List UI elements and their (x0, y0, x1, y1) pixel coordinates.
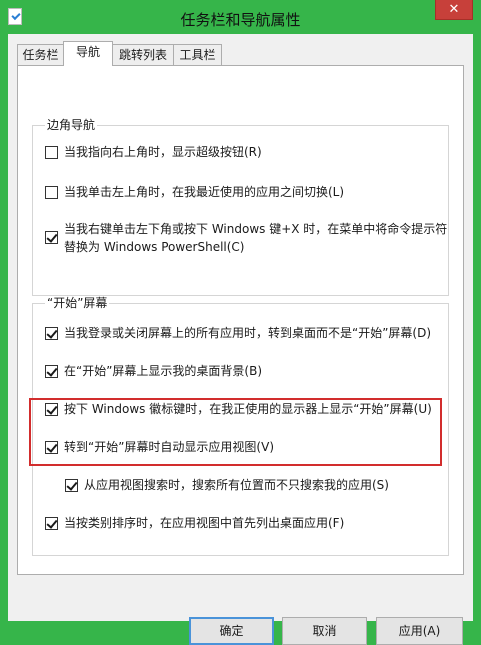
navigation-panel: 边角导航 当我指向右上角时，显示超级按钮(R) 当我单击左上角时，在我最近使用的… (17, 65, 464, 575)
tab-taskbar[interactable]: 任务栏 (17, 44, 64, 65)
tab-navigation[interactable]: 导航 (63, 41, 113, 66)
checkbox-powershell[interactable] (45, 231, 58, 244)
option-label: 当我单击左上角时，在我最近使用的应用之间切换(L) (64, 185, 345, 199)
corner-navigation-title: 边角导航 (45, 118, 98, 133)
start-screen-title: “开始”屏幕 (45, 296, 110, 311)
tab-toolbars[interactable]: 工具栏 (173, 44, 222, 65)
close-button[interactable]: ✕ (435, 0, 473, 20)
checkbox-charms[interactable] (45, 146, 58, 159)
option-label: 从应用视图搜索时，搜索所有位置而不只搜索我的应用(S) (84, 478, 389, 492)
tab-jump-lists[interactable]: 跳转列表 (112, 44, 174, 65)
dialog-client: 任务栏 导航 跳转列表 工具栏 边角导航 当我指向右上角时，显示超级按钮(R) … (8, 34, 473, 645)
option-label-line1: 当我右键单击左下角或按下 Windows 键+X 时，在菜单中将命令提示符 (64, 222, 448, 236)
corner-navigation-group: 边角导航 当我指向右上角时，显示超级按钮(R) 当我单击左上角时，在我最近使用的… (32, 118, 449, 296)
option-label: 当我登录或关闭屏幕上的所有应用时，转到桌面而不是“开始”屏幕(D) (64, 326, 432, 340)
checkbox-switch-apps[interactable] (45, 186, 58, 199)
title-bar[interactable]: 任务栏和导航属性 ✕ (0, 0, 481, 34)
option-label: 当我指向右上角时，显示超级按钮(R) (64, 145, 262, 159)
option-label: 当按类别排序时，在应用视图中首先列出桌面应用(F) (64, 516, 345, 530)
checkbox-list-desktop-apps-first[interactable] (45, 517, 58, 530)
window-title: 任务栏和导航属性 (180, 11, 301, 29)
properties-window: 任务栏和导航属性 ✕ 任务栏 导航 跳转列表 工具栏 边角导航 当我指向右上角时… (0, 0, 481, 645)
checkbox-go-to-desktop[interactable] (45, 327, 58, 340)
checkbox-search-everywhere[interactable] (65, 479, 78, 492)
apply-button[interactable]: 应用(A) (376, 617, 463, 645)
ok-button[interactable]: 确定 (189, 617, 274, 645)
highlight-box (29, 398, 442, 466)
cancel-button[interactable]: 取消 (282, 617, 367, 645)
option-label-line2: 替换为 Windows PowerShell(C) (64, 240, 245, 254)
checkbox-desktop-background[interactable] (45, 365, 58, 378)
option-label: 在“开始”屏幕上显示我的桌面背景(B) (64, 364, 263, 378)
